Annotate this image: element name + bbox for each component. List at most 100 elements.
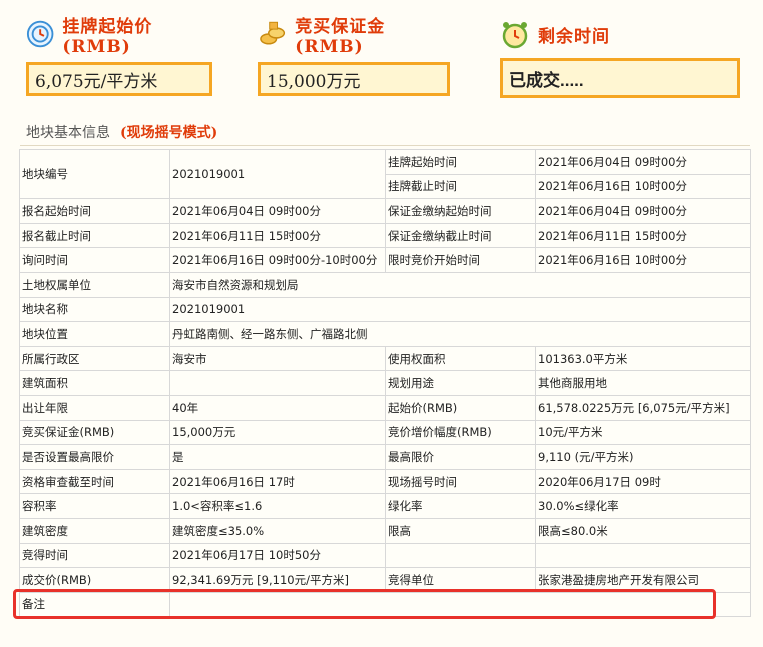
- field-value: 2021年06月04日 09时00分: [169, 198, 386, 224]
- field-value: [535, 542, 751, 569]
- section-mode: (现场摇号模式): [120, 125, 218, 141]
- section-heading: 地块基本信息 (现场摇号模式): [26, 120, 217, 144]
- list-start-label: 挂牌起始时间: [385, 149, 536, 175]
- field-value: 2021年06月11日 15时00分: [169, 222, 386, 249]
- start-price-block: 挂牌起始价(RMB) 6,075元/平方米: [26, 16, 212, 96]
- field-value: [169, 370, 386, 396]
- table-row: 建筑面积 规划用途 其他商服用地: [19, 370, 751, 396]
- table-row: 是否设置最高限价是最高限价 9,110 (元/平方米): [19, 444, 751, 470]
- field-value: 是: [169, 444, 386, 470]
- field-value: 2021年06月16日 10时00分: [535, 247, 751, 273]
- plot-no-value: 2021019001: [169, 148, 386, 200]
- field-label: 保证金缴纳截止时间: [385, 222, 536, 249]
- field-label: 容积率: [19, 493, 170, 519]
- price-tag-icon: [26, 20, 54, 48]
- field-value: 61,578.0225万元 [6,075元/平方米]: [535, 394, 751, 421]
- price-summary: 挂牌起始价(RMB) 6,075元/平方米 竞买保证金(RMB) 15,000万…: [0, 0, 763, 110]
- remaining-label: 剩余时间: [538, 26, 610, 47]
- field-label: 报名起始时间: [19, 198, 170, 224]
- list-end-value: 2021年06月16日 10时00分: [535, 173, 751, 200]
- field-label: [385, 542, 536, 569]
- field-value: 92,341.69万元 [9,110元/平方米]: [169, 567, 386, 593]
- field-value: 2021019001: [169, 296, 751, 323]
- table-row: 成交价(RMB) 92,341.69万元 [9,110元/平方米] 竞得单位 张家港盈…: [19, 567, 751, 593]
- field-value: 9,110 (元/平方米): [535, 444, 751, 470]
- field-value: 2021年06月04日 09时00分: [535, 198, 751, 224]
- remaining-value: 已成交.....: [500, 58, 740, 98]
- field-label: 地块名称: [19, 296, 170, 323]
- alarm-clock-icon: [502, 22, 528, 49]
- field-value: 2021年06月16日 17时: [169, 468, 386, 495]
- field-label: 使用权面积: [385, 345, 536, 372]
- start-price-value: 6,075元/平方米: [26, 62, 212, 96]
- table-row: 备注: [19, 591, 751, 618]
- field-label: 出让年限: [19, 394, 170, 421]
- field-label: 地块位置: [19, 321, 170, 347]
- field-label: 竞得时间: [19, 542, 170, 569]
- table-row: 资格审查截至时间 2021年06月16日 17时 现场摇号时间 2020年06月17日…: [19, 468, 751, 495]
- table-row: 竞得时间 2021年06月17日 10时50分: [19, 542, 751, 569]
- field-label: 是否设置最高限价: [19, 444, 170, 470]
- field-label: 限时竞价开始时间: [385, 247, 536, 273]
- table-row: 土地权属单位 海安市自然资源和规划局: [19, 271, 751, 298]
- deposit-value: 15,000万元: [258, 62, 450, 96]
- note-value: [169, 591, 751, 618]
- table-row: 容积率 1.0<容积率≤1.6 绿化率 30.0%≤绿化率: [19, 493, 751, 519]
- field-value: 101363.0平方米: [535, 345, 751, 372]
- section-title: 地块基本信息: [26, 125, 110, 141]
- field-label: 竞得单位: [385, 567, 536, 593]
- plot-no-label: 地块编号: [19, 148, 170, 200]
- field-label: 保证金缴纳起始时间: [385, 198, 536, 224]
- field-label: 绿化率: [385, 493, 536, 519]
- field-value: 2020年06月17日 09时: [535, 468, 751, 495]
- field-value: 2021年06月17日 10时50分: [169, 542, 386, 569]
- field-label: 规划用途: [385, 370, 536, 396]
- field-value: 张家港盈捷房地产开发有限公司: [535, 567, 751, 593]
- field-value: 2021年06月11日 15时00分: [535, 222, 751, 249]
- deposit-block: 竞买保证金(RMB) 15,000万元: [258, 16, 450, 96]
- list-end-label: 挂牌截止时间: [385, 173, 536, 200]
- field-value: 30.0%≤绿化率: [535, 493, 751, 519]
- field-value: 1.0<容积率≤1.6: [169, 493, 386, 519]
- start-price-label: 挂牌起始价(RMB): [62, 16, 153, 57]
- field-label: 现场摇号时间: [385, 468, 536, 495]
- field-value: 海安市: [169, 345, 386, 372]
- table-row: 建筑密度 建筑密度≤35.0% 限高 限高≤80.0米: [19, 517, 751, 544]
- field-label: 竞买保证金(RMB): [19, 419, 170, 446]
- plot-info-table: 地块编号 2021019001 挂牌起始时间 2021年06月04日 09时00…: [19, 148, 751, 618]
- field-value: 限高≤80.0米: [535, 517, 751, 544]
- table-row: 地块编号 2021019001 挂牌起始时间 2021年06月04日 09时00…: [19, 148, 751, 200]
- field-value: 丹虹路南侧、经一路东侧、广福路北侧: [169, 321, 751, 347]
- table-row: 地块位置 丹虹路南侧、经一路东侧、广福路北侧: [19, 321, 751, 347]
- field-label: 限高: [385, 517, 536, 544]
- section-divider: [20, 145, 750, 146]
- table-row: 报名截止时间 2021年06月11日 15时00分 保证金缴纳截止时间 2021年06…: [19, 222, 751, 249]
- field-value: 15,000万元: [169, 419, 386, 446]
- field-label: 所属行政区: [19, 345, 170, 372]
- table-row: 所属行政区 海安市 使用权面积 101363.0平方米: [19, 345, 751, 372]
- field-label: 最高限价: [385, 444, 536, 470]
- field-label: 成交价(RMB): [19, 567, 170, 593]
- field-label: 建筑密度: [19, 517, 170, 544]
- field-label: 报名截止时间: [19, 222, 170, 249]
- field-value: 建筑密度≤35.0%: [169, 517, 386, 544]
- table-row: 地块名称 2021019001: [19, 296, 751, 323]
- page: 挂牌起始价(RMB) 6,075元/平方米 竞买保证金(RMB) 15,000万…: [0, 0, 763, 647]
- field-value: 2021年06月16日 09时00分-10时00分: [169, 247, 386, 273]
- list-start-value: 2021年06月04日 09时00分: [535, 149, 751, 175]
- table-row: 询问时间 2021年06月16日 09时00分-10时00分 限时竞价开始时间 202…: [19, 247, 751, 273]
- table-row: 出让年限 40年 起始价(RMB) 61,578.0225万元 [6,075元/平方米…: [19, 394, 751, 421]
- table-row: 竞买保证金(RMB) 15,000万元 竞价增价幅度(RMB) 10元/平方米: [19, 419, 751, 446]
- deposit-label: 竞买保证金(RMB): [295, 16, 386, 57]
- field-value: 10元/平方米: [535, 419, 751, 446]
- note-label: 备注: [19, 591, 170, 618]
- field-value: 海安市自然资源和规划局: [169, 271, 751, 298]
- coins-icon: [260, 21, 286, 45]
- field-value: 其他商服用地: [535, 370, 751, 396]
- field-label: 土地权属单位: [19, 271, 170, 298]
- table-row: 报名起始时间 2021年06月04日 09时00分 保证金缴纳起始时间 2021年06…: [19, 198, 751, 224]
- field-label: 起始价(RMB): [385, 394, 536, 421]
- remaining-block: 剩余时间 已成交.....: [500, 16, 740, 98]
- field-label: 询问时间: [19, 247, 170, 273]
- field-value: 40年: [169, 394, 386, 421]
